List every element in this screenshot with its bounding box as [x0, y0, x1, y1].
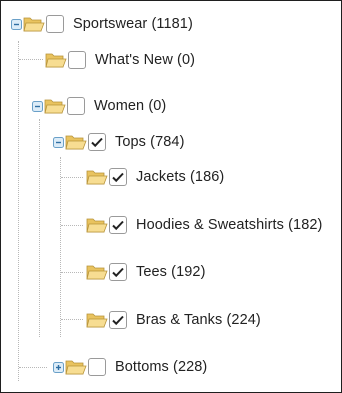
- tree-node-whats-new[interactable]: What's New (0): [45, 47, 195, 73]
- checkmark-icon: [112, 315, 124, 326]
- node-label: Women (0): [94, 98, 167, 114]
- node-label: Bras & Tanks (224): [136, 312, 261, 328]
- checkbox-checked[interactable]: [109, 311, 127, 329]
- node-label: Hoodies & Sweatshirts (182): [136, 217, 323, 233]
- category-tree-panel: Sportswear (1181) What's New (0) Women (…: [0, 0, 342, 393]
- open-folder-icon: [23, 15, 45, 33]
- checkbox-checked[interactable]: [109, 216, 127, 234]
- checkbox-checked[interactable]: [88, 133, 106, 151]
- checkbox[interactable]: [88, 358, 106, 376]
- tree-node-tops[interactable]: Tops (784): [53, 129, 185, 155]
- node-label: Sportswear (1181): [73, 16, 193, 32]
- node-label: Tops (784): [115, 134, 185, 150]
- open-folder-icon: [86, 311, 108, 329]
- tree-node-hoodies[interactable]: Hoodies & Sweatshirts (182): [86, 212, 322, 238]
- open-folder-icon: [65, 133, 87, 151]
- collapse-icon[interactable]: [32, 100, 43, 112]
- tree-guide-line: [60, 157, 61, 337]
- tree-guide-line: [19, 59, 43, 60]
- tree-node-sportswear[interactable]: Sportswear (1181): [11, 11, 193, 37]
- collapse-icon[interactable]: [53, 136, 64, 148]
- tree-node-bras-tanks[interactable]: Bras & Tanks (224): [86, 307, 261, 333]
- node-label: Jackets (186): [136, 169, 225, 185]
- open-folder-icon: [86, 168, 108, 186]
- tree-node-tees[interactable]: Tees (192): [86, 259, 206, 285]
- tree-node-bottoms[interactable]: Bottoms (228): [53, 354, 207, 380]
- tree-guide-line: [61, 225, 83, 226]
- open-folder-icon: [86, 216, 108, 234]
- checkbox[interactable]: [67, 97, 85, 115]
- open-folder-icon: [86, 263, 108, 281]
- tree-guide-line: [18, 41, 19, 381]
- tree-guide-line: [39, 119, 40, 337]
- closed-folder-icon: [65, 358, 87, 376]
- checkbox[interactable]: [68, 51, 86, 69]
- expand-icon[interactable]: [53, 361, 64, 373]
- collapse-icon[interactable]: [11, 18, 22, 30]
- open-folder-icon: [45, 51, 67, 69]
- node-label: Bottoms (228): [115, 359, 208, 375]
- tree-node-women[interactable]: Women (0): [32, 93, 166, 119]
- checkmark-icon: [112, 220, 124, 231]
- checkbox-checked[interactable]: [109, 263, 127, 281]
- node-label: Tees (192): [136, 264, 206, 280]
- checkbox-checked[interactable]: [109, 168, 127, 186]
- tree-guide-line: [61, 177, 83, 178]
- open-folder-icon: [44, 97, 66, 115]
- checkmark-icon: [112, 267, 124, 278]
- checkmark-icon: [91, 137, 103, 148]
- tree-node-jackets[interactable]: Jackets (186): [86, 164, 224, 190]
- checkbox[interactable]: [46, 15, 64, 33]
- tree-guide-line: [61, 319, 83, 320]
- tree-guide-line: [19, 367, 47, 368]
- node-label: What's New (0): [95, 52, 196, 68]
- tree-guide-line: [61, 272, 83, 273]
- checkmark-icon: [112, 172, 124, 183]
